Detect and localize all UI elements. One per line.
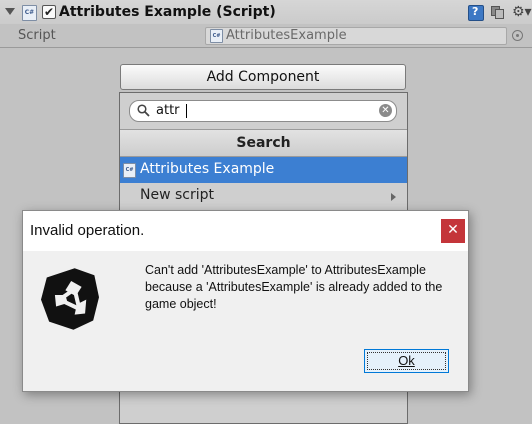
component-enable-checkbox[interactable]: ✔ xyxy=(42,5,56,19)
script-file-icon: C# xyxy=(123,163,136,178)
component-header: C# ✔ Attributes Example (Script) ⚙▾ xyxy=(0,0,532,24)
clear-search-icon[interactable]: ✕ xyxy=(379,104,392,117)
help-reference-icon[interactable] xyxy=(468,5,484,21)
script-row: Script C# AttributesExample xyxy=(0,24,532,46)
close-icon[interactable]: ✕ xyxy=(441,219,465,243)
list-item-label: Attributes Example xyxy=(140,161,275,177)
presets-icon[interactable] xyxy=(491,5,505,19)
dialog-message: Can't add 'AttributesExample' to Attribu… xyxy=(145,262,461,313)
message-line: Can't add 'AttributesExample' to Attribu… xyxy=(145,263,426,277)
unity-logo-icon xyxy=(41,268,99,330)
error-dialog: Invalid operation. ✕ Can't add 'Attribut… xyxy=(22,210,469,392)
dialog-titlebar[interactable]: Invalid operation. ✕ xyxy=(23,211,468,251)
script-file-icon: C# xyxy=(210,29,223,43)
foldout-arrow-icon[interactable] xyxy=(5,8,15,15)
object-picker-icon[interactable] xyxy=(512,30,523,41)
dialog-title: Invalid operation. xyxy=(30,222,145,239)
divider xyxy=(0,47,532,48)
message-line: game object! xyxy=(145,297,217,311)
ok-button[interactable]: Ok xyxy=(364,349,449,373)
list-item-label: New script xyxy=(140,187,214,203)
submenu-arrow-icon xyxy=(391,193,396,201)
list-item-new-script[interactable]: New script xyxy=(120,184,407,208)
list-item-attributes-example[interactable]: C# Attributes Example xyxy=(120,157,407,183)
search-field[interactable]: ✕ xyxy=(129,100,397,122)
search-section-header: Search xyxy=(120,129,407,157)
text-caret xyxy=(186,104,187,118)
script-label: Script xyxy=(18,28,56,43)
message-line: because a 'AttributesExample' is already… xyxy=(145,280,443,294)
add-component-button[interactable]: Add Component xyxy=(120,64,406,90)
script-file-icon: C# xyxy=(22,5,37,21)
script-object-field[interactable]: C# AttributesExample xyxy=(205,27,507,45)
component-title[interactable]: Attributes Example (Script) xyxy=(59,4,276,20)
search-icon xyxy=(137,104,150,117)
script-value: AttributesExample xyxy=(226,28,347,43)
gear-icon[interactable]: ⚙▾ xyxy=(512,5,532,19)
